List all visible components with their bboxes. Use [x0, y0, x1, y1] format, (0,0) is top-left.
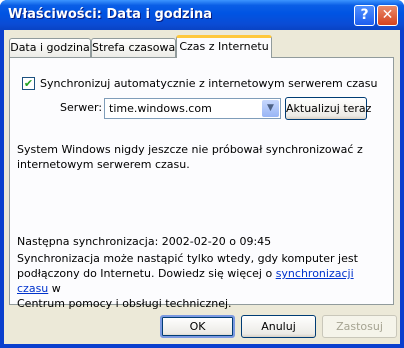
sync-checkbox-label[interactable]: Synchronizuj automatycznie z internetowy… — [40, 77, 378, 90]
server-label: Serwer: — [60, 101, 103, 114]
tab-time-zone[interactable]: Strefa czasowa — [91, 38, 176, 58]
tab-internet-time[interactable]: Czas z Internetu — [176, 35, 272, 58]
properties-window: Właściwości: Data i godzina ? ✕ Data i g… — [0, 0, 404, 348]
server-combobox[interactable]: time.windows.com ▼ — [104, 98, 281, 119]
window-title: Właściwości: Data i godzina — [8, 7, 213, 22]
help-icon[interactable]: ? — [354, 5, 375, 26]
tab-date-time[interactable]: Data i godzina — [9, 38, 91, 58]
close-icon[interactable]: ✕ — [377, 5, 398, 26]
info-text: Synchronizacja może nastąpić tylko wtedy… — [17, 252, 358, 310]
update-now-button[interactable]: Aktualizuj teraz — [285, 97, 371, 120]
apply-button[interactable]: Zastosuj — [322, 315, 397, 338]
sync-status-text: System Windows nigdy jeszcze nie próbowa… — [17, 143, 363, 171]
ok-button[interactable]: OK — [160, 315, 235, 338]
server-value: time.windows.com — [109, 102, 212, 115]
dialog-body: Data i godzina Strefa czasowa Czas z Int… — [4, 30, 400, 344]
sync-checkbox[interactable]: ✔ — [22, 77, 35, 90]
next-sync-text: Następna synchronizacja: 2002-02-20 o 09… — [17, 235, 272, 248]
chevron-down-icon[interactable]: ▼ — [262, 100, 279, 117]
title-bar[interactable]: Właściwości: Data i godzina ? ✕ — [0, 0, 404, 30]
cancel-button[interactable]: Anuluj — [241, 315, 316, 338]
